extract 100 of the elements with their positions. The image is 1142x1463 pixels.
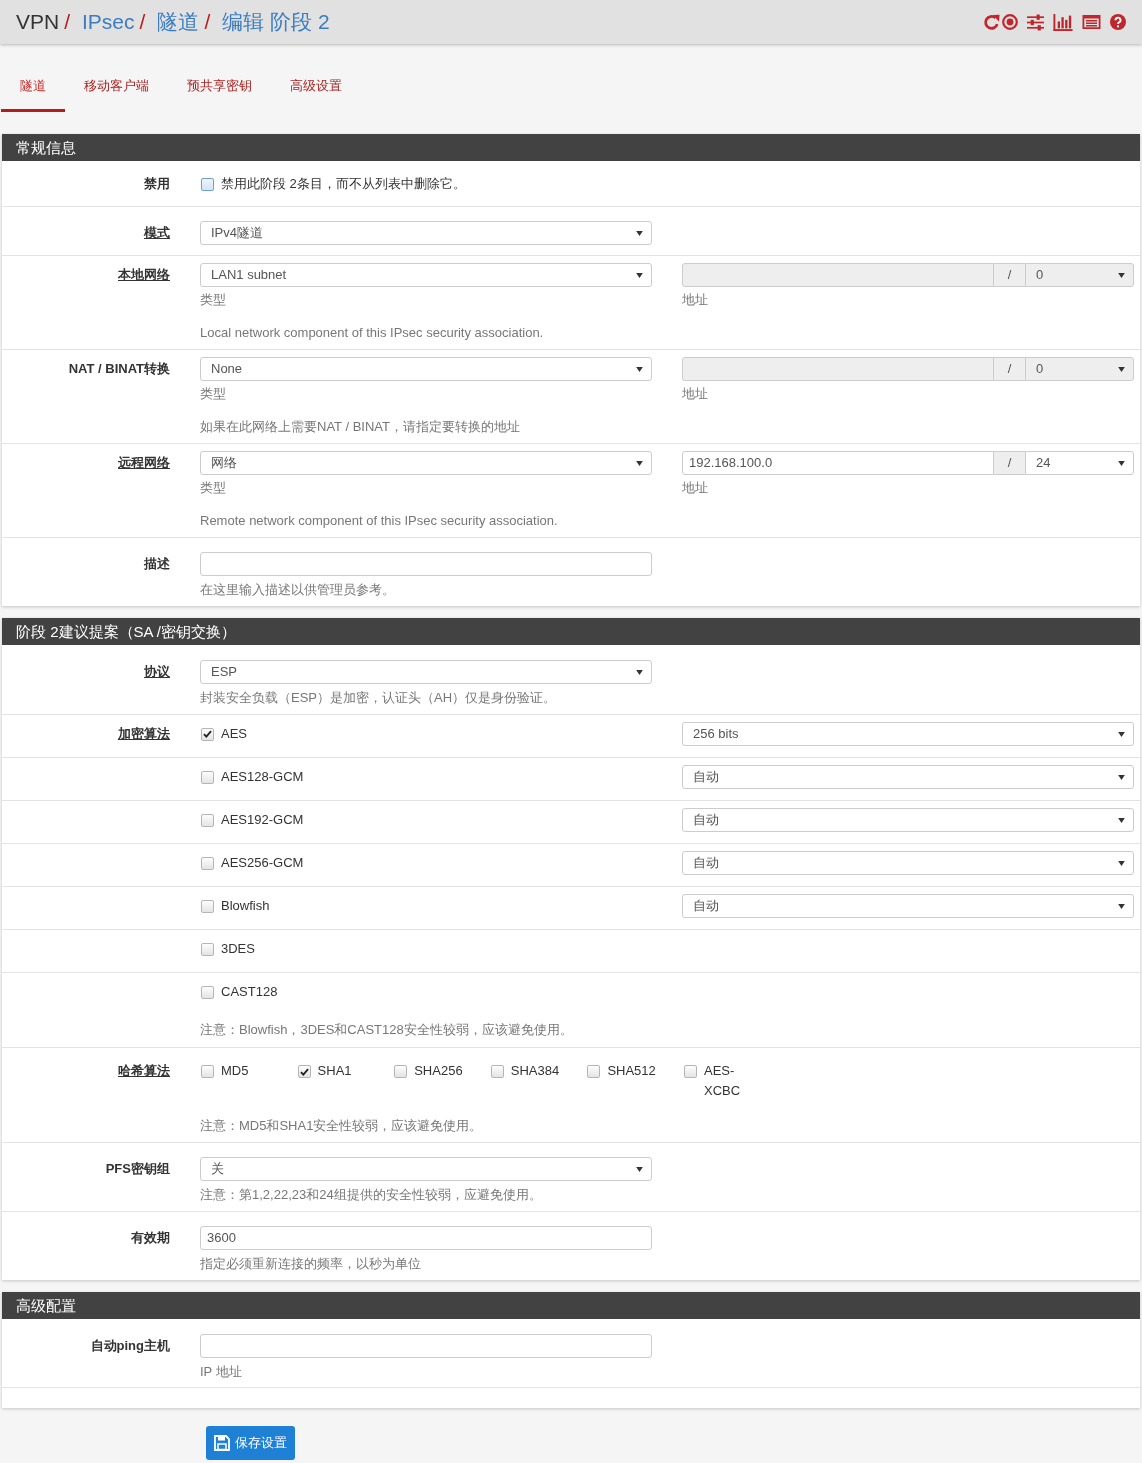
caret-icon bbox=[1118, 731, 1125, 737]
checkbox-label[interactable]: AES192-GCM bbox=[221, 810, 304, 830]
checkbox[interactable] bbox=[394, 1065, 408, 1078]
section-heading: 常规信息 bbox=[2, 134, 1140, 161]
checkbox[interactable] bbox=[683, 1065, 697, 1078]
checkbox[interactable] bbox=[201, 985, 214, 999]
checkbox-label[interactable]: AES-XCBC bbox=[703, 1061, 745, 1101]
dropdown[interactable]: 自动 bbox=[682, 894, 1134, 918]
help-text: Remote network component of this IPsec security association. bbox=[200, 513, 559, 529]
section-heading: 阶段 2建议提案（SA /密钥交换） bbox=[2, 618, 1140, 645]
help-text: 注意：MD5和SHA1安全性较弱，应该避免使用。 bbox=[200, 1118, 484, 1134]
dropdown[interactable]: ESP bbox=[200, 660, 652, 684]
stop-circle-icon[interactable] bbox=[1002, 14, 1018, 30]
caret-icon bbox=[636, 272, 643, 278]
input-field[interactable]: 192.168.100.0 bbox=[682, 451, 994, 475]
bar-chart-icon[interactable] bbox=[1053, 13, 1073, 31]
dropdown[interactable]: 24 bbox=[1025, 451, 1134, 475]
checkbox-label[interactable]: AES128-GCM bbox=[221, 767, 304, 787]
breadcrumb-text: VPN bbox=[16, 9, 60, 35]
list-icon[interactable] bbox=[1082, 14, 1101, 30]
checkbox[interactable] bbox=[201, 770, 214, 784]
checkbox-label[interactable]: AES bbox=[221, 724, 247, 744]
field-caption: 类型 bbox=[200, 386, 227, 402]
section-heading: 高级配置 bbox=[2, 1292, 1140, 1319]
dropdown[interactable]: IPv4隧道 bbox=[200, 221, 652, 245]
checkbox-label[interactable]: 禁用此阶段 2条目，而不从列表中删除它。 bbox=[221, 174, 466, 194]
checkbox[interactable] bbox=[587, 1065, 601, 1078]
tab[interactable]: 移动客户端 bbox=[65, 62, 168, 112]
checkbox[interactable] bbox=[201, 942, 214, 956]
checkbox[interactable] bbox=[201, 727, 214, 741]
check-icon bbox=[203, 730, 212, 738]
dropdown[interactable]: 关 bbox=[200, 1157, 652, 1181]
field-label: 禁用 bbox=[144, 175, 170, 193]
checkbox[interactable] bbox=[201, 856, 214, 870]
checkbox-label[interactable]: CAST128 bbox=[221, 982, 278, 1002]
caret-icon bbox=[1118, 366, 1125, 372]
field-caption: 类型 bbox=[200, 292, 227, 308]
caret-icon bbox=[636, 460, 643, 466]
field-caption: 类型 bbox=[200, 480, 227, 496]
checkbox-label[interactable]: 3DES bbox=[221, 939, 255, 959]
sliders-icon[interactable] bbox=[1027, 13, 1044, 31]
breadcrumb-separator: / bbox=[64, 9, 71, 35]
tab[interactable]: 预共享密钥 bbox=[168, 62, 271, 112]
check-icon bbox=[299, 1067, 309, 1076]
help-text: 指定必须重新连接的频率，以秒为单位 bbox=[200, 1256, 422, 1272]
input-addon: / bbox=[994, 357, 1025, 381]
checkbox-label[interactable]: AES256-GCM bbox=[221, 853, 304, 873]
checkbox[interactable] bbox=[201, 177, 214, 191]
caret-icon bbox=[636, 230, 643, 236]
input-addon: / bbox=[994, 451, 1025, 475]
refresh-icon[interactable] bbox=[983, 13, 1000, 31]
input-field[interactable] bbox=[200, 1334, 652, 1358]
checkbox[interactable] bbox=[201, 899, 214, 913]
help-text: 注意：Blowfish，3DES和CAST128安全性较弱，应该避免使用。 bbox=[200, 1022, 574, 1038]
checkbox-label[interactable]: SHA512 bbox=[607, 1061, 656, 1081]
caret-icon bbox=[1118, 460, 1125, 466]
field-label: 描述 bbox=[144, 555, 170, 573]
input-field[interactable]: 3600 bbox=[200, 1226, 652, 1250]
caret-icon bbox=[636, 1166, 643, 1172]
field-label: 有效期 bbox=[131, 1229, 170, 1247]
caret-icon bbox=[1118, 272, 1125, 278]
field-caption: 地址 bbox=[682, 292, 709, 308]
breadcrumb-separator: / bbox=[139, 9, 146, 35]
help-text: 如果在此网络上需要NAT / BINAT，请指定要转换的地址 bbox=[200, 419, 521, 435]
tab[interactable]: 高级设置 bbox=[271, 62, 361, 112]
help-text: Local network component of this IPsec security association. bbox=[200, 325, 545, 341]
help-text: 封装安全负载（ESP）是加密，认证头（AH）仅是身份验证。 bbox=[200, 690, 558, 706]
checkbox[interactable] bbox=[490, 1065, 504, 1078]
help-text: 在这里输入描述以供管理员参考。 bbox=[200, 582, 396, 598]
help-text: IP 地址 bbox=[200, 1364, 243, 1380]
checkbox-label[interactable]: SHA1 bbox=[317, 1061, 352, 1081]
breadcrumb-separator: / bbox=[204, 9, 211, 35]
caret-icon bbox=[1118, 774, 1125, 780]
dropdown[interactable]: 自动 bbox=[682, 851, 1134, 875]
checkbox[interactable] bbox=[297, 1065, 311, 1078]
input-addon: / bbox=[994, 263, 1025, 287]
field-label: 加密算法 bbox=[118, 725, 170, 743]
caret-icon bbox=[636, 669, 643, 675]
save-button[interactable]: 保存设置 bbox=[206, 1426, 295, 1460]
field-label: 远程网络 bbox=[118, 454, 170, 472]
checkbox-label[interactable]: MD5 bbox=[221, 1061, 249, 1081]
checkbox[interactable] bbox=[201, 1065, 214, 1078]
dropdown[interactable]: 自动 bbox=[682, 765, 1134, 789]
field-caption: 地址 bbox=[682, 386, 709, 402]
dropdown[interactable]: None bbox=[200, 357, 652, 381]
checkbox-label[interactable]: Blowfish bbox=[221, 896, 270, 916]
checkbox-label[interactable]: SHA384 bbox=[510, 1061, 560, 1081]
checkbox-label[interactable]: SHA256 bbox=[414, 1061, 463, 1081]
field-label: 模式 bbox=[144, 224, 170, 242]
checkbox[interactable] bbox=[201, 813, 214, 827]
tab[interactable]: 隧道 bbox=[1, 62, 65, 112]
dropdown[interactable]: 256 bits bbox=[682, 722, 1134, 746]
dropdown[interactable]: LAN1 subnet bbox=[200, 263, 652, 287]
dropdown[interactable]: 自动 bbox=[682, 808, 1134, 832]
input-field[interactable] bbox=[200, 552, 652, 576]
field-label: 协议 bbox=[144, 663, 170, 681]
field-label: 哈希算法 bbox=[118, 1062, 170, 1080]
help-icon[interactable] bbox=[1110, 14, 1126, 30]
field-label: NAT / BINAT转换 bbox=[68, 360, 170, 378]
dropdown[interactable]: 网络 bbox=[200, 451, 652, 475]
